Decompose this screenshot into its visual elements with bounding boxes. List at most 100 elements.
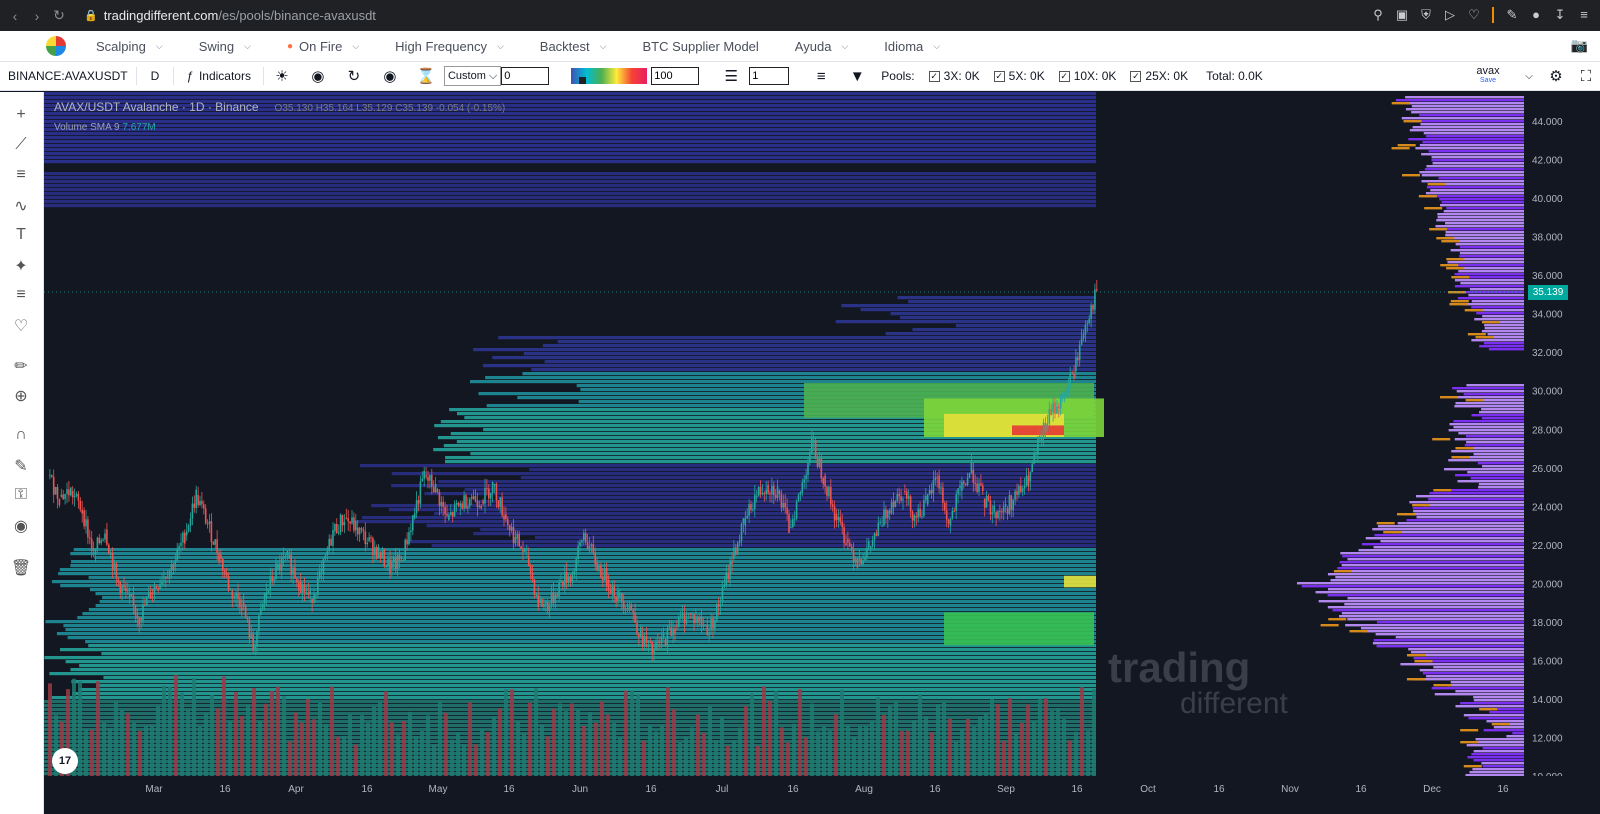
layers-icon[interactable]: ☰ — [713, 67, 749, 85]
volume-bar — [930, 732, 934, 776]
candle-body — [822, 478, 824, 484]
forecast-icon[interactable]: ≡ — [9, 286, 33, 306]
color-max-input[interactable] — [651, 67, 700, 85]
profile-bar — [1448, 459, 1524, 462]
pool-25x-checkbox[interactable]: ✓ 25X: 0K — [1130, 69, 1188, 83]
symbol-search[interactable]: BINANCE:AVAXUSDT — [0, 62, 136, 90]
trash-icon[interactable]: 🗑 — [9, 558, 33, 578]
camera-icon[interactable]: 📷 — [1571, 37, 1588, 54]
candle-body — [541, 599, 543, 607]
candle-body — [489, 493, 492, 499]
layout-name: avax — [1476, 65, 1500, 77]
heatmap-band — [67, 636, 1097, 640]
address-bar[interactable]: 🔒 tradingdifferent.com/es/pools/binance-… — [84, 8, 376, 23]
profile-icon[interactable]: ● — [1528, 7, 1544, 23]
candle-body — [470, 496, 473, 499]
pattern-icon[interactable]: ✦ — [9, 256, 33, 276]
candle-body — [926, 494, 929, 505]
ruler-icon[interactable]: ✏ — [9, 356, 33, 376]
filter-icon[interactable]: ▼ — [839, 68, 875, 85]
align-right-icon[interactable]: ≡ — [803, 68, 839, 85]
heart-icon[interactable]: ♡ — [1466, 7, 1482, 23]
lock-drawing-icon[interactable]: ✎ — [9, 456, 33, 476]
profile-bar — [1408, 138, 1524, 141]
layers-input[interactable] — [749, 67, 790, 85]
profile-bar-accent — [1479, 708, 1498, 711]
hide-icon[interactable]: ◉ — [300, 67, 336, 85]
eye-icon[interactable]: ◉ — [9, 516, 33, 536]
download-icon[interactable]: ↧ — [1552, 7, 1568, 23]
last-price-label: 35.139 — [1528, 285, 1568, 300]
candle-body — [315, 594, 317, 596]
site-logo[interactable] — [46, 36, 66, 56]
liquidation-heatmap-chart[interactable]: 44.000 42.000 40.000 38.000 36.000 34.000 32.0… — [44, 92, 1600, 814]
pool-5x-checkbox[interactable]: ✓ 5X: 0K — [993, 69, 1045, 83]
pool-10x-checkbox[interactable]: ✓ 10X: 0K — [1058, 69, 1116, 83]
shield-icon[interactable]: ⛨ — [1418, 7, 1434, 23]
pool-3x-checkbox[interactable]: ✓ 3X: 0K — [928, 69, 980, 83]
text-icon[interactable]: T — [9, 226, 33, 246]
price-tick-label: 38.000 — [1532, 233, 1563, 244]
play-icon[interactable]: ▷ — [1442, 7, 1458, 23]
hourglass-icon[interactable]: ⌛ — [408, 67, 444, 85]
fullscreen-icon[interactable]: ⛶ — [1572, 68, 1600, 85]
trend-line-icon[interactable]: ⟋ — [9, 136, 33, 156]
candle-body — [176, 549, 178, 561]
nav-ayuda[interactable]: Ayuda ⌵ — [795, 39, 848, 54]
interval-button[interactable]: D — [137, 62, 174, 90]
candle-body — [735, 547, 737, 555]
chevron-down-icon[interactable]: ⌵ — [1518, 71, 1540, 82]
nav-swing[interactable]: Swing ⌵ — [199, 39, 251, 54]
nav-label: Ayuda — [794, 38, 832, 54]
candle-body — [550, 592, 553, 605]
volume-bar — [552, 708, 556, 776]
volume-bar — [138, 730, 142, 776]
candle-body — [313, 594, 315, 603]
candle-body — [408, 532, 410, 545]
range-input[interactable] — [501, 67, 550, 85]
screenshot-icon[interactable]: ▣ — [1394, 7, 1410, 23]
nav-on-fire[interactable]: ● On Fire ⌵ — [287, 39, 359, 54]
heatmap-band — [73, 548, 1097, 552]
magnet-icon[interactable]: ∩ — [9, 426, 33, 446]
back-icon[interactable]: ‹ — [4, 8, 26, 24]
brush-icon[interactable]: ∿ — [9, 196, 33, 216]
candle-body — [1002, 506, 1005, 513]
lock-icon[interactable]: ⚿ — [9, 486, 33, 506]
tradingview-logo[interactable]: 17 — [52, 748, 78, 774]
candle-body — [670, 627, 672, 636]
color-scale[interactable] — [571, 68, 648, 84]
nav-high-frequency[interactable]: High Frequency ⌵ — [395, 39, 504, 54]
layout-menu[interactable]: avax Save — [1458, 66, 1518, 86]
time-axis[interactable] — [44, 776, 1600, 814]
heatmap-band — [44, 656, 1096, 660]
browser-bar: ‹ › ↻ 🔒 tradingdifferent.com/es/pools/bi… — [0, 0, 1600, 31]
crosshair-icon[interactable]: + — [9, 106, 33, 126]
nav-btc-supplier-model[interactable]: BTC Supplier Model — [642, 39, 758, 54]
forward-icon[interactable]: › — [26, 8, 48, 24]
puzzle-icon[interactable]: ✎ — [1504, 7, 1520, 23]
gear-icon[interactable]: ⚙ — [1540, 67, 1572, 85]
range-select[interactable]: Custom ⌵ — [443, 66, 502, 86]
zoom-icon[interactable]: ⊕ — [9, 386, 33, 406]
refresh-icon[interactable]: ↻ — [336, 67, 372, 85]
profile-bar — [1488, 348, 1524, 351]
fib-icon[interactable]: ≡ — [9, 166, 33, 186]
candle-body — [1027, 475, 1030, 487]
indicators-button[interactable]: ƒ Indicators — [174, 62, 263, 90]
menu-icon[interactable]: ≡ — [1576, 7, 1592, 23]
candle-body — [149, 591, 152, 599]
settings-sun-icon[interactable]: ☀ — [264, 67, 300, 85]
heart-icon[interactable]: ♡ — [9, 316, 33, 336]
candle-body — [444, 506, 446, 514]
nav-scalping[interactable]: Scalping ⌵ — [96, 39, 163, 54]
candle-body — [446, 513, 448, 516]
nav-backtest[interactable]: Backtest ⌵ — [540, 39, 607, 54]
candle-body — [512, 527, 515, 544]
reload-icon[interactable]: ↻ — [48, 7, 70, 24]
nav-idioma[interactable]: Idioma ⌵ — [884, 39, 940, 54]
candle-body — [1006, 508, 1009, 514]
palette-icon[interactable]: ◉ — [372, 67, 408, 85]
pin-icon[interactable]: ⚲ — [1370, 7, 1386, 23]
candle-body — [241, 607, 243, 611]
